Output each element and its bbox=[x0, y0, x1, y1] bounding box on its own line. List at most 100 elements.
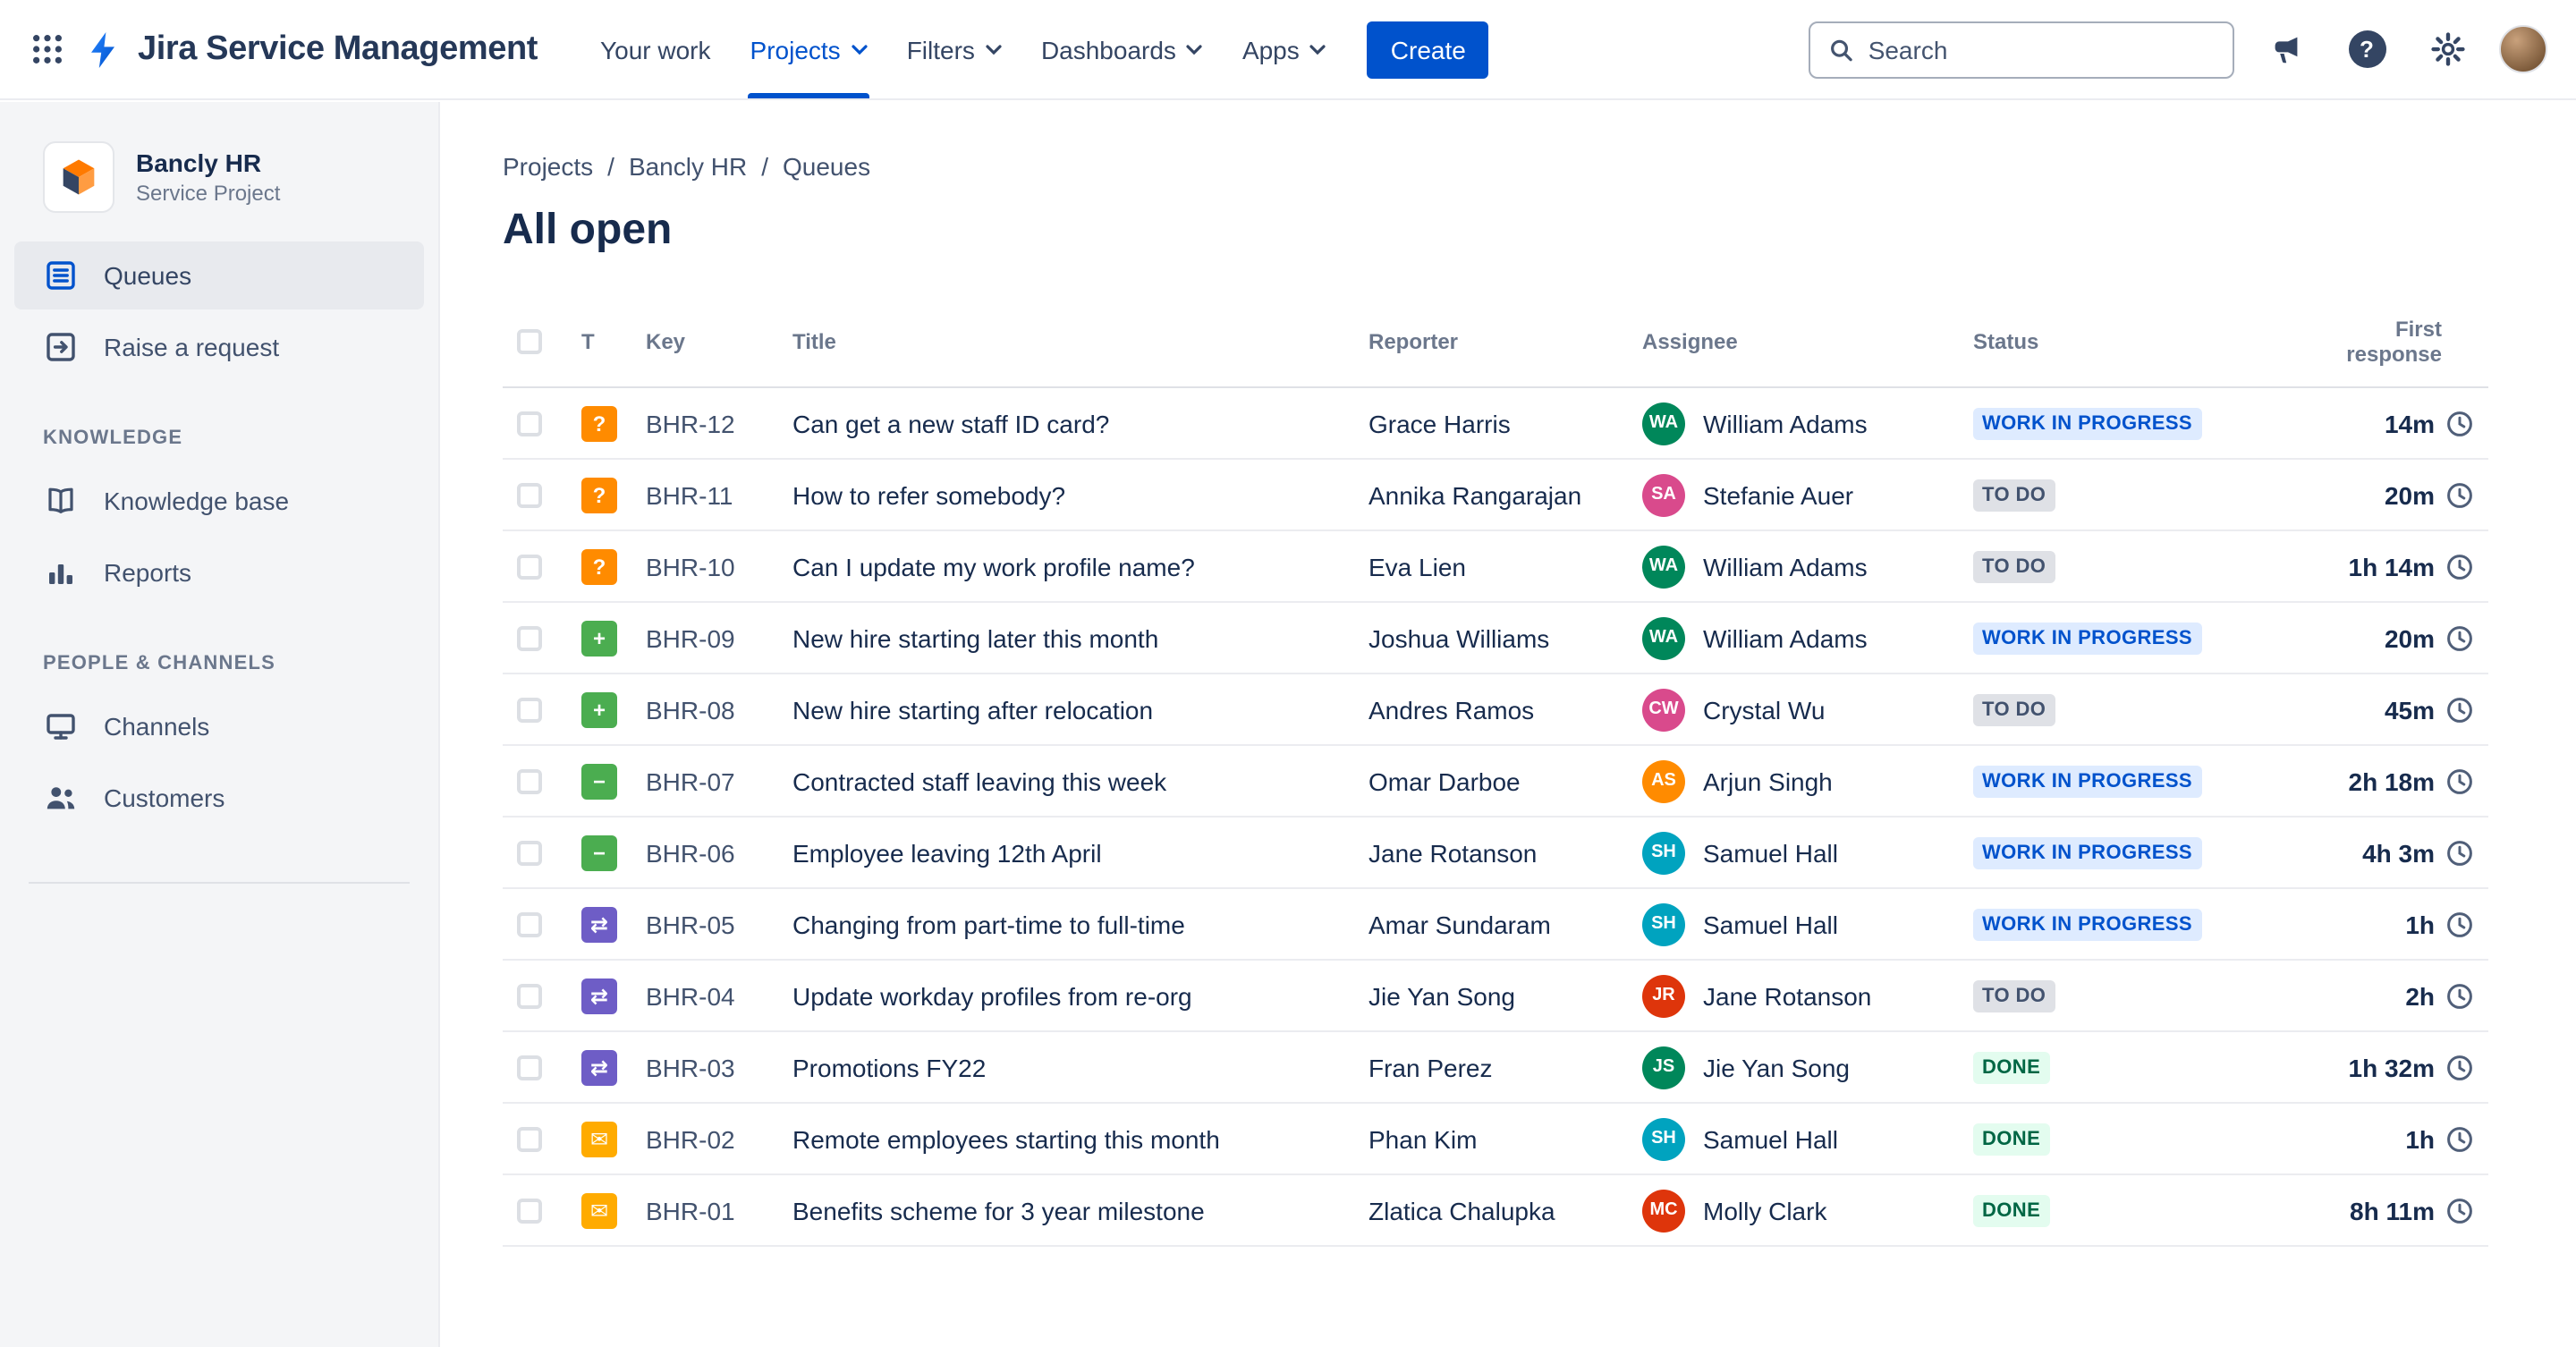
status-badge[interactable]: TO DO bbox=[1973, 479, 2055, 513]
status-badge[interactable]: TO DO bbox=[1973, 979, 2055, 1013]
column-header-key: Key bbox=[631, 317, 778, 388]
main-content: Projects / Bancly HR / Queues All open T… bbox=[442, 102, 2576, 1347]
issue-title-link[interactable]: Promotions FY22 bbox=[792, 1053, 986, 1081]
queue-row[interactable]: ⇄ BHR-04 Update workday profiles from re… bbox=[503, 960, 2488, 1032]
issue-title-link[interactable]: Update workday profiles from re-org bbox=[792, 981, 1192, 1010]
queue-row[interactable]: ? BHR-12 Can get a new staff ID card? Gr… bbox=[503, 387, 2488, 460]
queue-row[interactable]: + BHR-08 New hire starting after relocat… bbox=[503, 674, 2488, 746]
row-checkbox[interactable] bbox=[517, 1198, 542, 1223]
issue-title-link[interactable]: Can get a new staff ID card? bbox=[792, 409, 1109, 437]
sidebar-item-knowledge-base[interactable]: Knowledge base bbox=[14, 467, 424, 535]
nav-dashboards[interactable]: Dashboards bbox=[1021, 0, 1223, 98]
queue-row[interactable]: ⇄ BHR-03 Promotions FY22 Fran Perez JS J… bbox=[503, 1031, 2488, 1104]
breadcrumb-projects[interactable]: Projects bbox=[503, 152, 593, 181]
first-response-time: 4h 3m bbox=[2362, 838, 2435, 867]
column-header-reporter: Reporter bbox=[1354, 317, 1628, 388]
issue-title-link[interactable]: How to refer somebody? bbox=[792, 480, 1065, 509]
sidebar-item-channels[interactable]: Channels bbox=[14, 692, 424, 760]
first-response-time: 1h 32m bbox=[2348, 1053, 2436, 1081]
settings-button[interactable] bbox=[2419, 21, 2476, 78]
status-badge[interactable]: DONE bbox=[1973, 1194, 2050, 1228]
create-button[interactable]: Create bbox=[1367, 21, 1489, 78]
row-checkbox[interactable] bbox=[517, 554, 542, 579]
row-checkbox[interactable] bbox=[517, 911, 542, 936]
assignee-name: Arjun Singh bbox=[1703, 767, 1833, 795]
status-badge[interactable]: DONE bbox=[1973, 1051, 2050, 1085]
sidebar-item-customers[interactable]: Customers bbox=[14, 764, 424, 832]
section-header-knowledge: KNOWLEDGE bbox=[43, 428, 183, 449]
row-checkbox[interactable] bbox=[517, 1055, 542, 1080]
row-checkbox[interactable] bbox=[517, 697, 542, 722]
issue-key: BHR-12 bbox=[646, 409, 735, 437]
jira-logo-icon bbox=[91, 31, 114, 67]
row-checkbox[interactable] bbox=[517, 983, 542, 1008]
app-switcher-button[interactable] bbox=[18, 21, 75, 78]
queue-row[interactable]: ? BHR-10 Can I update my work profile na… bbox=[503, 530, 2488, 603]
queue-row[interactable]: ? BHR-11 How to refer somebody? Annika R… bbox=[503, 459, 2488, 531]
select-all-checkbox[interactable] bbox=[517, 329, 542, 354]
queue-row[interactable]: ⇄ BHR-05 Changing from part-time to full… bbox=[503, 888, 2488, 961]
row-checkbox[interactable] bbox=[517, 768, 542, 793]
status-badge[interactable]: WORK IN PROGRESS bbox=[1973, 836, 2201, 870]
sidebar-item-raise-request[interactable]: Raise a request bbox=[14, 313, 424, 381]
status-badge[interactable]: TO DO bbox=[1973, 550, 2055, 584]
user-avatar[interactable] bbox=[2499, 25, 2547, 73]
request-type-icon: ? bbox=[581, 477, 617, 513]
assignee-avatar: WA bbox=[1642, 545, 1685, 588]
issue-title-link[interactable]: Employee leaving 12th April bbox=[792, 838, 1102, 867]
issue-title-link[interactable]: Can I update my work profile name? bbox=[792, 552, 1195, 580]
issue-title-link[interactable]: Benefits scheme for 3 year milestone bbox=[792, 1196, 1205, 1224]
issue-title-link[interactable]: New hire starting later this month bbox=[792, 623, 1158, 652]
nav-apps[interactable]: Apps bbox=[1223, 0, 1346, 98]
sidebar-item-queues[interactable]: Queues bbox=[14, 241, 424, 309]
search-input[interactable] bbox=[1868, 35, 2215, 64]
clock-icon bbox=[2447, 840, 2472, 865]
assignee-name: Jane Rotanson bbox=[1703, 981, 1872, 1010]
sidebar-item-label: Customers bbox=[104, 784, 225, 812]
breadcrumb-project[interactable]: Bancly HR bbox=[629, 152, 747, 181]
queue-table-body: ? BHR-12 Can get a new staff ID card? Gr… bbox=[503, 387, 2488, 1247]
row-checkbox[interactable] bbox=[517, 625, 542, 650]
row-checkbox[interactable] bbox=[517, 1126, 542, 1151]
page-title: All open bbox=[503, 206, 673, 254]
nav-label: Apps bbox=[1241, 35, 1300, 64]
clock-icon bbox=[2447, 554, 2472, 579]
issue-title-link[interactable]: New hire starting after relocation bbox=[792, 695, 1153, 724]
assignee-avatar: SH bbox=[1642, 902, 1685, 945]
announcements-button[interactable] bbox=[2258, 21, 2315, 78]
status-badge[interactable]: WORK IN PROGRESS bbox=[1973, 622, 2201, 656]
sidebar-divider bbox=[29, 882, 410, 884]
issue-title-link[interactable]: Remote employees starting this month bbox=[792, 1124, 1220, 1153]
queue-row[interactable]: ✉ BHR-01 Benefits scheme for 3 year mile… bbox=[503, 1174, 2488, 1247]
queue-row[interactable]: − BHR-07 Contracted staff leaving this w… bbox=[503, 745, 2488, 818]
megaphone-icon bbox=[2275, 36, 2298, 63]
row-checkbox[interactable] bbox=[517, 411, 542, 436]
help-button[interactable]: ? bbox=[2338, 21, 2395, 78]
row-checkbox[interactable] bbox=[517, 482, 542, 507]
breadcrumb-queues[interactable]: Queues bbox=[783, 152, 870, 181]
clock-icon bbox=[2447, 911, 2472, 936]
status-badge[interactable]: TO DO bbox=[1973, 693, 2055, 727]
nav-projects[interactable]: Projects bbox=[731, 0, 887, 98]
channels-icon bbox=[43, 708, 79, 744]
status-badge[interactable]: WORK IN PROGRESS bbox=[1973, 908, 2201, 942]
issue-key: BHR-05 bbox=[646, 910, 735, 938]
status-badge[interactable]: WORK IN PROGRESS bbox=[1973, 765, 2201, 799]
nav-label: Filters bbox=[906, 35, 975, 64]
issue-title-link[interactable]: Contracted staff leaving this week bbox=[792, 767, 1166, 795]
queue-row[interactable]: ✉ BHR-02 Remote employees starting this … bbox=[503, 1103, 2488, 1175]
reporter-name: Zlatica Chalupka bbox=[1368, 1196, 1555, 1224]
nav-filters[interactable]: Filters bbox=[887, 0, 1021, 98]
queue-row[interactable]: + BHR-09 New hire starting later this mo… bbox=[503, 602, 2488, 674]
status-badge[interactable]: WORK IN PROGRESS bbox=[1973, 407, 2201, 441]
status-badge[interactable]: DONE bbox=[1973, 1122, 2050, 1156]
issue-key: BHR-01 bbox=[646, 1196, 735, 1224]
brand-home-link[interactable]: Jira Service Management bbox=[82, 0, 538, 98]
search-box[interactable] bbox=[1809, 21, 2234, 78]
queue-row[interactable]: − BHR-06 Employee leaving 12th April Jan… bbox=[503, 817, 2488, 889]
sidebar-item-reports[interactable]: Reports bbox=[14, 538, 424, 606]
nav-your-work[interactable]: Your work bbox=[580, 0, 731, 98]
issue-title-link[interactable]: Changing from part-time to full-time bbox=[792, 910, 1185, 938]
row-checkbox[interactable] bbox=[517, 840, 542, 865]
issue-key: BHR-02 bbox=[646, 1124, 735, 1153]
